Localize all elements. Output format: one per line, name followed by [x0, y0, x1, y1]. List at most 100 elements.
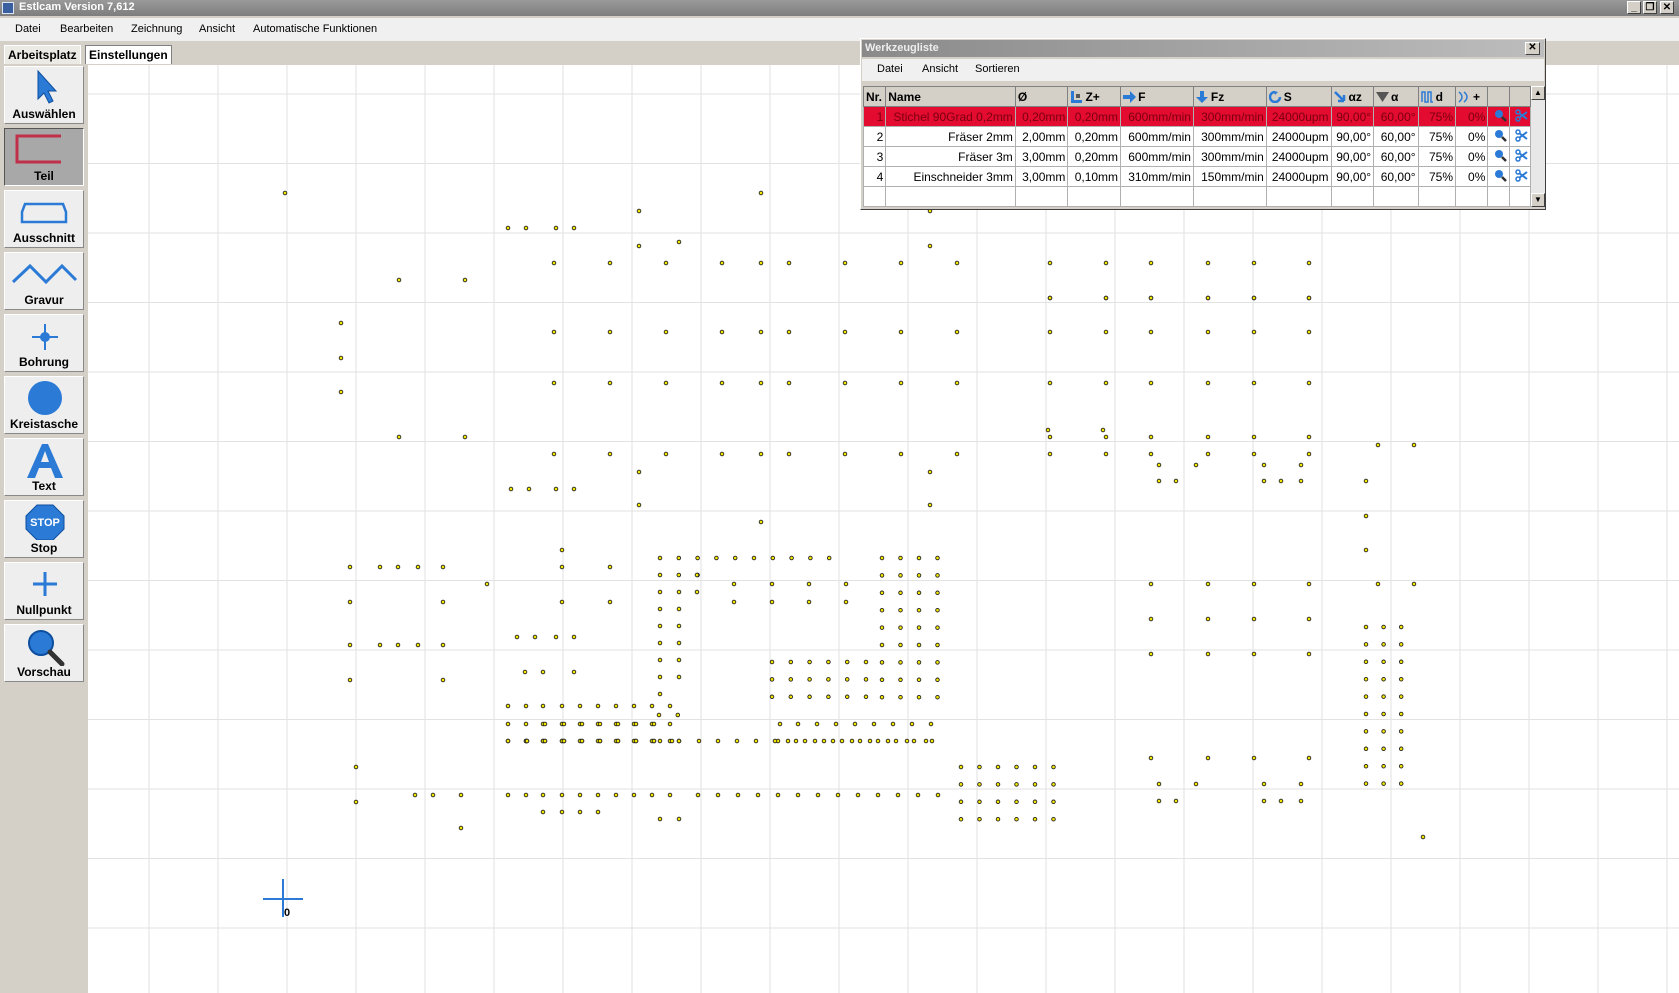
col-zplus[interactable]: Z+	[1067, 86, 1122, 107]
drill-point	[788, 677, 794, 682]
tool-list-menu-sortieren[interactable]: Sortieren	[975, 63, 1020, 75]
table-row[interactable]: 4 Einschneider 3mm 3,00mm 0,10mm 310mm/min 15…	[863, 166, 1531, 187]
drill-point	[338, 320, 344, 326]
delete-tool-button[interactable]	[1508, 146, 1531, 167]
tool-list-menu-ansicht[interactable]: Ansicht	[922, 63, 958, 75]
drill-point	[1156, 462, 1162, 468]
tool-vorschau[interactable]: Vorschau	[4, 624, 84, 682]
col-diameter[interactable]: Ø	[1014, 86, 1069, 107]
edit-tool-button[interactable]	[1487, 106, 1510, 127]
tool-list-menu-datei[interactable]: Datei	[877, 63, 903, 75]
col-feed[interactable]: F	[1120, 86, 1194, 107]
drill-point	[505, 703, 511, 709]
cell-feed: 600mm/min	[1120, 126, 1194, 147]
tool-text[interactable]: Text	[4, 438, 84, 496]
drill-point	[1398, 694, 1404, 699]
tab-einstellungen[interactable]: Einstellungen	[85, 45, 172, 64]
drill-point	[676, 816, 682, 822]
menu-automatische-funktionen[interactable]: Automatische Funktionen	[253, 23, 377, 35]
drill-point	[1205, 651, 1211, 657]
drill-point	[769, 677, 775, 682]
menu-ansicht[interactable]: Ansicht	[199, 23, 235, 35]
drill-point	[871, 721, 877, 727]
col-nr[interactable]: Nr.	[863, 86, 887, 107]
drill-point	[923, 738, 929, 744]
col-stepover[interactable]: d	[1417, 86, 1457, 107]
delete-tool-button[interactable]	[1508, 126, 1531, 147]
col-action-1	[1487, 86, 1510, 107]
tool-bohrung[interactable]: Bohrung	[4, 314, 84, 372]
delete-tool-button[interactable]	[1508, 166, 1531, 187]
tool-label: Teil	[34, 169, 54, 183]
col-plunge-feed[interactable]: Fz	[1192, 86, 1267, 107]
scroll-up-button[interactable]: ▲	[1531, 86, 1545, 100]
tab-arbeitsplatz[interactable]: Arbeitsplatz	[4, 45, 81, 64]
drill-point	[977, 816, 982, 822]
cell-stepover: 75%	[1417, 106, 1457, 127]
tool-list-titlebar[interactable]: Werkzeugliste ✕	[862, 40, 1544, 57]
col-extra[interactable]: +	[1455, 86, 1489, 107]
drill-point	[1193, 781, 1199, 787]
tool-stop[interactable]: STOP Stop	[4, 500, 84, 558]
empty-table-row[interactable]	[863, 186, 1531, 207]
drill-point	[935, 590, 940, 596]
plunge-arrow-icon	[1195, 91, 1208, 104]
table-row[interactable]: 1 Stichel 90Grad 0,2mm 0,20mm 0,20mm 600mm/m…	[863, 106, 1531, 127]
drill-point	[656, 712, 662, 718]
delete-tool-button[interactable]	[1508, 106, 1531, 127]
drill-point	[852, 721, 858, 727]
minimize-button[interactable]: _	[1627, 1, 1641, 14]
tool-auswaehlen[interactable]: Auswählen	[4, 66, 84, 124]
drill-point	[657, 555, 663, 561]
drill-point	[890, 721, 896, 727]
drill-point	[347, 677, 353, 683]
tool-gravur[interactable]: Gravur	[4, 252, 84, 310]
drill-point	[523, 225, 529, 231]
edit-tool-button[interactable]	[1487, 126, 1510, 147]
drill-point	[719, 260, 725, 266]
angle-arrow-icon	[1333, 91, 1345, 103]
menu-bearbeiten[interactable]: Bearbeiten	[60, 23, 113, 35]
tool-sidebar: Auswählen Teil Ausschnitt Gravur Bohrung…	[0, 65, 88, 993]
menu-datei[interactable]: Datei	[15, 23, 41, 35]
drill-point	[769, 694, 775, 700]
drill-point	[1363, 746, 1369, 752]
col-tool-angle[interactable]: α	[1373, 86, 1419, 107]
scroll-down-button[interactable]: ▼	[1531, 193, 1545, 207]
drill-point	[1363, 547, 1369, 553]
col-spindle[interactable]: S	[1265, 86, 1332, 107]
edit-tool-button[interactable]	[1487, 166, 1510, 187]
drill-point	[1298, 478, 1304, 484]
drill-point	[551, 329, 557, 335]
table-row[interactable]: 2 Fräser 2mm 2,00mm 0,20mm 600mm/min 300mm/mi…	[863, 126, 1531, 147]
drill-point	[532, 634, 538, 640]
tool-teil[interactable]: Teil	[4, 128, 84, 186]
tool-table-scrollbar[interactable]: ▲ ▼	[1531, 86, 1545, 207]
close-button[interactable]: ✕	[1660, 1, 1674, 14]
cell-tool-angle: 60,00°	[1373, 166, 1419, 187]
drill-point	[844, 677, 850, 682]
drill-point	[559, 703, 565, 709]
tool-ausschnitt[interactable]: Ausschnitt	[4, 190, 84, 248]
drill-point	[579, 721, 585, 727]
col-name[interactable]: Name	[885, 86, 1016, 107]
table-row[interactable]: 3 Fräser 3m 3,00mm 0,20mm 600mm/min 300mm/min…	[863, 146, 1531, 167]
cell-extra: 0%	[1455, 166, 1489, 187]
tool-list-close-button[interactable]: ✕	[1525, 42, 1540, 55]
drill-point	[1398, 781, 1404, 786]
menu-zeichnung[interactable]: Zeichnung	[131, 23, 182, 35]
drill-point	[607, 451, 613, 457]
drill-point	[734, 738, 740, 744]
edit-tool-button[interactable]	[1487, 146, 1510, 167]
drill-point	[916, 590, 922, 596]
tool-nullpunkt[interactable]: Nullpunkt	[4, 562, 84, 620]
tool-label: Stop	[30, 541, 58, 555]
drill-point	[916, 607, 922, 613]
cell-stepover: 75%	[1417, 166, 1457, 187]
col-plunge-angle[interactable]: αz	[1330, 86, 1375, 107]
empty-cell	[1192, 186, 1267, 207]
tool-kreistasche[interactable]: Kreistasche	[4, 376, 84, 434]
drill-point	[667, 792, 673, 798]
drill-point	[1363, 642, 1369, 647]
maximize-button[interactable]: ❐	[1643, 1, 1657, 14]
